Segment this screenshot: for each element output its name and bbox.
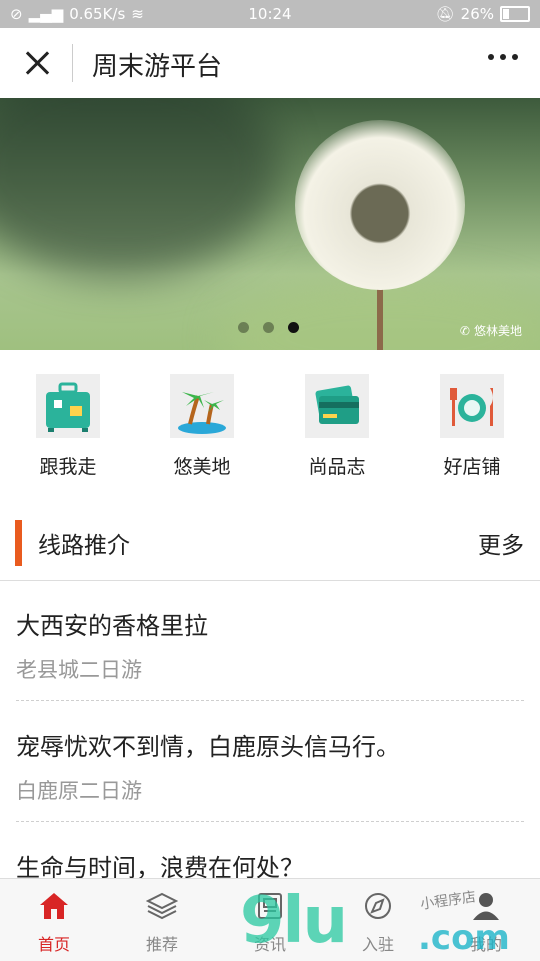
status-bar: ⊘ ▂▄▆ 0.65K/s ≋ 10:24 🔕︎ 26% [0,0,540,28]
tab-label: 首页 [37,935,70,954]
carousel-dots [238,322,299,333]
category-label: 尚品志 [308,456,366,478]
carousel-dot[interactable] [238,322,249,333]
list-item[interactable]: 宠辱忧欢不到情，白鹿原头信马行。 白鹿原二日游 [16,701,524,822]
banner-watermark-text: 悠林美地 [473,324,522,338]
more-options-icon[interactable] [488,54,518,60]
carousel-dot-active[interactable] [288,322,299,333]
route-subtitle: 老县城二日游 [16,658,142,682]
category-item-haodianpu[interactable]: 好店铺 [412,374,532,479]
more-link[interactable]: 更多 [478,526,524,560]
list-item[interactable]: 大西安的香格里拉 老县城二日游 [16,580,524,701]
route-title: 宠辱忧欢不到情，白鹿原头信马行。 [16,733,400,761]
route-subtitle: 白鹿原二日游 [16,779,142,803]
home-icon [0,889,108,923]
dining-icon [440,374,504,438]
tab-recommend[interactable]: 推荐 [108,889,216,955]
dandelion-image [295,120,465,290]
layers-icon [108,889,216,923]
section-accent-bar [15,520,22,566]
section-header: 线路推介 更多 [0,506,540,581]
section-title: 线路推介 [38,533,130,559]
cards-icon [305,374,369,438]
carousel-dot[interactable] [263,322,274,333]
palm-island-icon [170,374,234,438]
alarm-off-icon: 🔕︎ [435,5,455,23]
site-watermark: 9lu [240,884,348,958]
battery-icon [500,6,530,22]
category-item-genwozou[interactable]: 跟我走 [8,374,128,479]
category-item-shangpinzhi[interactable]: 尚品志 [277,374,397,479]
wechat-icon: ✆ [459,323,470,338]
category-item-youmeidi[interactable]: 悠美地 [142,374,262,479]
page-title: 周末游平台 [92,52,223,82]
site-watermark-suffix: .com [418,918,510,958]
banner-watermark: ✆ 悠林美地 [460,322,522,339]
luggage-icon [36,374,100,438]
category-label: 悠美地 [173,456,231,478]
tab-label: 推荐 [145,935,178,954]
battery-percent: 26% [460,5,494,23]
title-divider [72,44,73,82]
title-bar: 周末游平台 [0,28,540,98]
category-label: 跟我走 [39,456,97,478]
banner-carousel[interactable]: ✆ 悠林美地 [0,98,540,350]
route-title: 大西安的香格里拉 [16,612,208,640]
category-grid: 跟我走 悠美地 尚品志 好店铺 [0,350,540,507]
tab-home[interactable]: 首页 [0,889,108,955]
category-label: 好店铺 [443,456,501,478]
close-button[interactable] [22,48,52,78]
